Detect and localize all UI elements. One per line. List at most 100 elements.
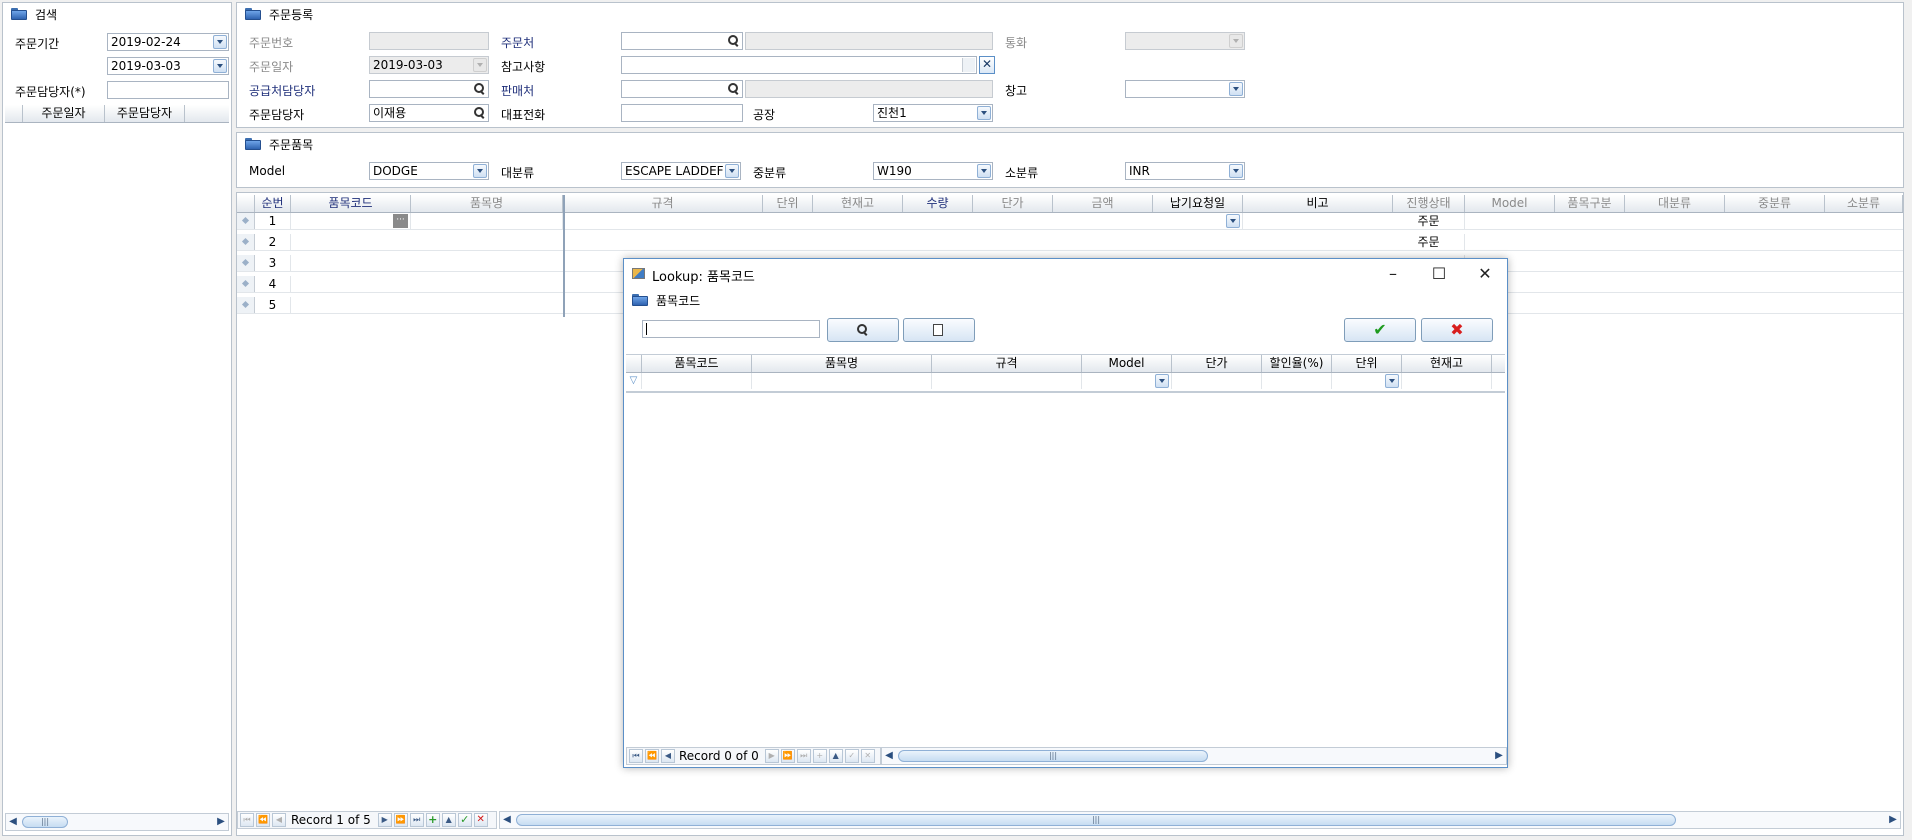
lookup-col-spec[interactable]: 규격 — [932, 355, 1082, 372]
search-hscroll[interactable]: ◀ ||| ▶ — [5, 813, 229, 831]
main-hscroll[interactable]: ◀ ||| ▶ — [499, 811, 1901, 829]
row-due-date[interactable] — [1153, 213, 1243, 229]
phone-input[interactable] — [621, 104, 743, 122]
nav-first-icon[interactable]: ⏮ — [629, 749, 643, 763]
nav-last-icon[interactable]: ⏭ — [796, 749, 811, 763]
col-model[interactable]: Model — [1465, 195, 1555, 212]
note-spin-icon[interactable] — [962, 58, 975, 72]
col-price[interactable]: 단가 — [973, 195, 1053, 212]
nav-prev-page-icon[interactable]: ⏪ — [256, 813, 270, 827]
date-to-input[interactable]: 2019-03-03 — [107, 57, 229, 75]
lookup-col-code[interactable]: 품목코드 — [642, 355, 752, 372]
nav-prev-icon[interactable]: ◀ — [661, 749, 675, 763]
nav-add-icon[interactable]: + — [425, 813, 440, 827]
nav-first-icon[interactable]: ⏮ — [240, 813, 254, 827]
customer-input[interactable] — [621, 32, 743, 50]
col-minor[interactable]: 소분류 — [1825, 195, 1903, 212]
model-dropdown-icon[interactable] — [473, 164, 487, 178]
warehouse-select[interactable] — [1125, 80, 1245, 98]
filter-name[interactable] — [752, 373, 932, 389]
note-clear-button[interactable]: ✕ — [979, 56, 995, 74]
filter-price[interactable] — [1172, 373, 1262, 389]
col-amount[interactable]: 금액 — [1053, 195, 1153, 212]
row-indicator-icon[interactable] — [237, 297, 255, 313]
lookup-col-model[interactable]: Model — [1082, 355, 1172, 372]
scroll-left-icon[interactable]: ◀ — [500, 813, 514, 827]
nav-save-icon[interactable]: ✓ — [457, 813, 472, 827]
nav-last-icon[interactable]: ⏭ — [409, 813, 424, 827]
minor-dropdown-icon[interactable] — [1229, 164, 1243, 178]
table-row[interactable]: 1 ··· 주문 — [237, 213, 1903, 230]
row-indicator-icon[interactable] — [237, 255, 255, 271]
row-indicator-icon[interactable] — [237, 213, 255, 229]
table-row[interactable]: 2 주문 — [237, 234, 1903, 251]
warehouse-dropdown-icon[interactable] — [1229, 82, 1243, 96]
filter-unit[interactable] — [1332, 373, 1402, 389]
col-major[interactable]: 대분류 — [1625, 195, 1725, 212]
minimize-button[interactable]: – — [1370, 263, 1416, 285]
nav-up-icon[interactable]: ▲ — [828, 749, 843, 763]
lookup-col-discount[interactable]: 할인율(%) — [1262, 355, 1332, 372]
lookup-search-button[interactable] — [827, 318, 899, 342]
nav-next-page-icon[interactable]: ⏩ — [780, 749, 795, 763]
col-middle[interactable]: 중분류 — [1725, 195, 1825, 212]
date-from-dropdown-icon[interactable] — [213, 35, 227, 49]
nav-prev-icon[interactable]: ◀ — [272, 813, 286, 827]
middle-select[interactable]: W190 — [873, 162, 993, 180]
col-status[interactable]: 진행상태 — [1393, 195, 1465, 212]
search-icon[interactable] — [728, 83, 739, 94]
manager-input[interactable] — [107, 81, 229, 99]
nav-up-icon[interactable]: ▲ — [441, 813, 456, 827]
filter-icon[interactable]: ▽ — [626, 373, 642, 389]
col-qty[interactable]: 수량 — [903, 195, 973, 212]
col-stock[interactable]: 현재고 — [813, 195, 903, 212]
order-mgr-input[interactable]: 이재용 — [369, 104, 489, 122]
maximize-button[interactable]: ☐ — [1416, 263, 1462, 285]
nav-add-icon[interactable]: + — [812, 749, 827, 763]
lookup-col-unit[interactable]: 단위 — [1332, 355, 1402, 372]
nav-next-icon[interactable]: ▶ — [377, 813, 392, 827]
search-icon[interactable] — [474, 83, 485, 94]
minor-select[interactable]: INR — [1125, 162, 1245, 180]
filter-spec[interactable] — [932, 373, 1082, 389]
lookup-col-name[interactable]: 품목명 — [752, 355, 932, 372]
col-order-manager[interactable]: 주문담당자 — [105, 105, 185, 122]
row-indicator-icon[interactable] — [237, 276, 255, 292]
lookup-find-button[interactable] — [903, 318, 975, 342]
seller-input[interactable] — [621, 80, 743, 98]
scroll-right-icon[interactable]: ▶ — [1492, 749, 1506, 763]
scroll-thumb[interactable]: ||| — [898, 750, 1208, 762]
col-item-type[interactable]: 품목구분 — [1555, 195, 1625, 212]
major-dropdown-icon[interactable] — [725, 164, 739, 178]
lookup-ok-button[interactable]: ✔ — [1344, 318, 1416, 342]
nav-next-page-icon[interactable]: ⏩ — [393, 813, 408, 827]
due-date-dropdown-icon[interactable] — [1226, 214, 1240, 228]
filter-stock[interactable] — [1402, 373, 1492, 389]
scroll-left-icon[interactable]: ◀ — [882, 749, 896, 763]
factory-dropdown-icon[interactable] — [977, 106, 991, 120]
scroll-thumb[interactable]: ||| — [516, 814, 1676, 826]
col-unit[interactable]: 단위 — [763, 195, 813, 212]
lookup-filter-row[interactable]: ▽ — [626, 373, 1505, 393]
row-indicator-icon[interactable] — [237, 234, 255, 250]
model-select[interactable]: DODGE — [369, 162, 489, 180]
col-due-date[interactable]: 납기요청일 — [1153, 195, 1243, 212]
filter-discount[interactable] — [1262, 373, 1332, 389]
nav-cancel-icon[interactable]: ✕ — [473, 813, 488, 827]
col-seq[interactable]: 순번 — [255, 195, 291, 212]
ellipsis-button[interactable]: ··· — [393, 214, 408, 228]
col-order-date[interactable]: 주문일자 — [23, 105, 105, 122]
col-spec[interactable]: 규격 — [563, 195, 763, 212]
middle-dropdown-icon[interactable] — [977, 164, 991, 178]
scroll-right-icon[interactable]: ▶ — [1886, 813, 1900, 827]
scroll-right-icon[interactable]: ▶ — [214, 815, 228, 829]
supplier-mgr-input[interactable] — [369, 80, 489, 98]
lookup-col-price[interactable]: 단가 — [1172, 355, 1262, 372]
filter-unit-dropdown-icon[interactable] — [1385, 374, 1399, 388]
search-icon[interactable] — [728, 35, 739, 46]
filter-code[interactable] — [642, 373, 752, 389]
factory-select[interactable]: 진천1 — [873, 104, 993, 122]
close-button[interactable]: ✕ — [1462, 263, 1508, 285]
row-item-name[interactable] — [411, 213, 563, 229]
scroll-left-icon[interactable]: ◀ — [6, 815, 20, 829]
